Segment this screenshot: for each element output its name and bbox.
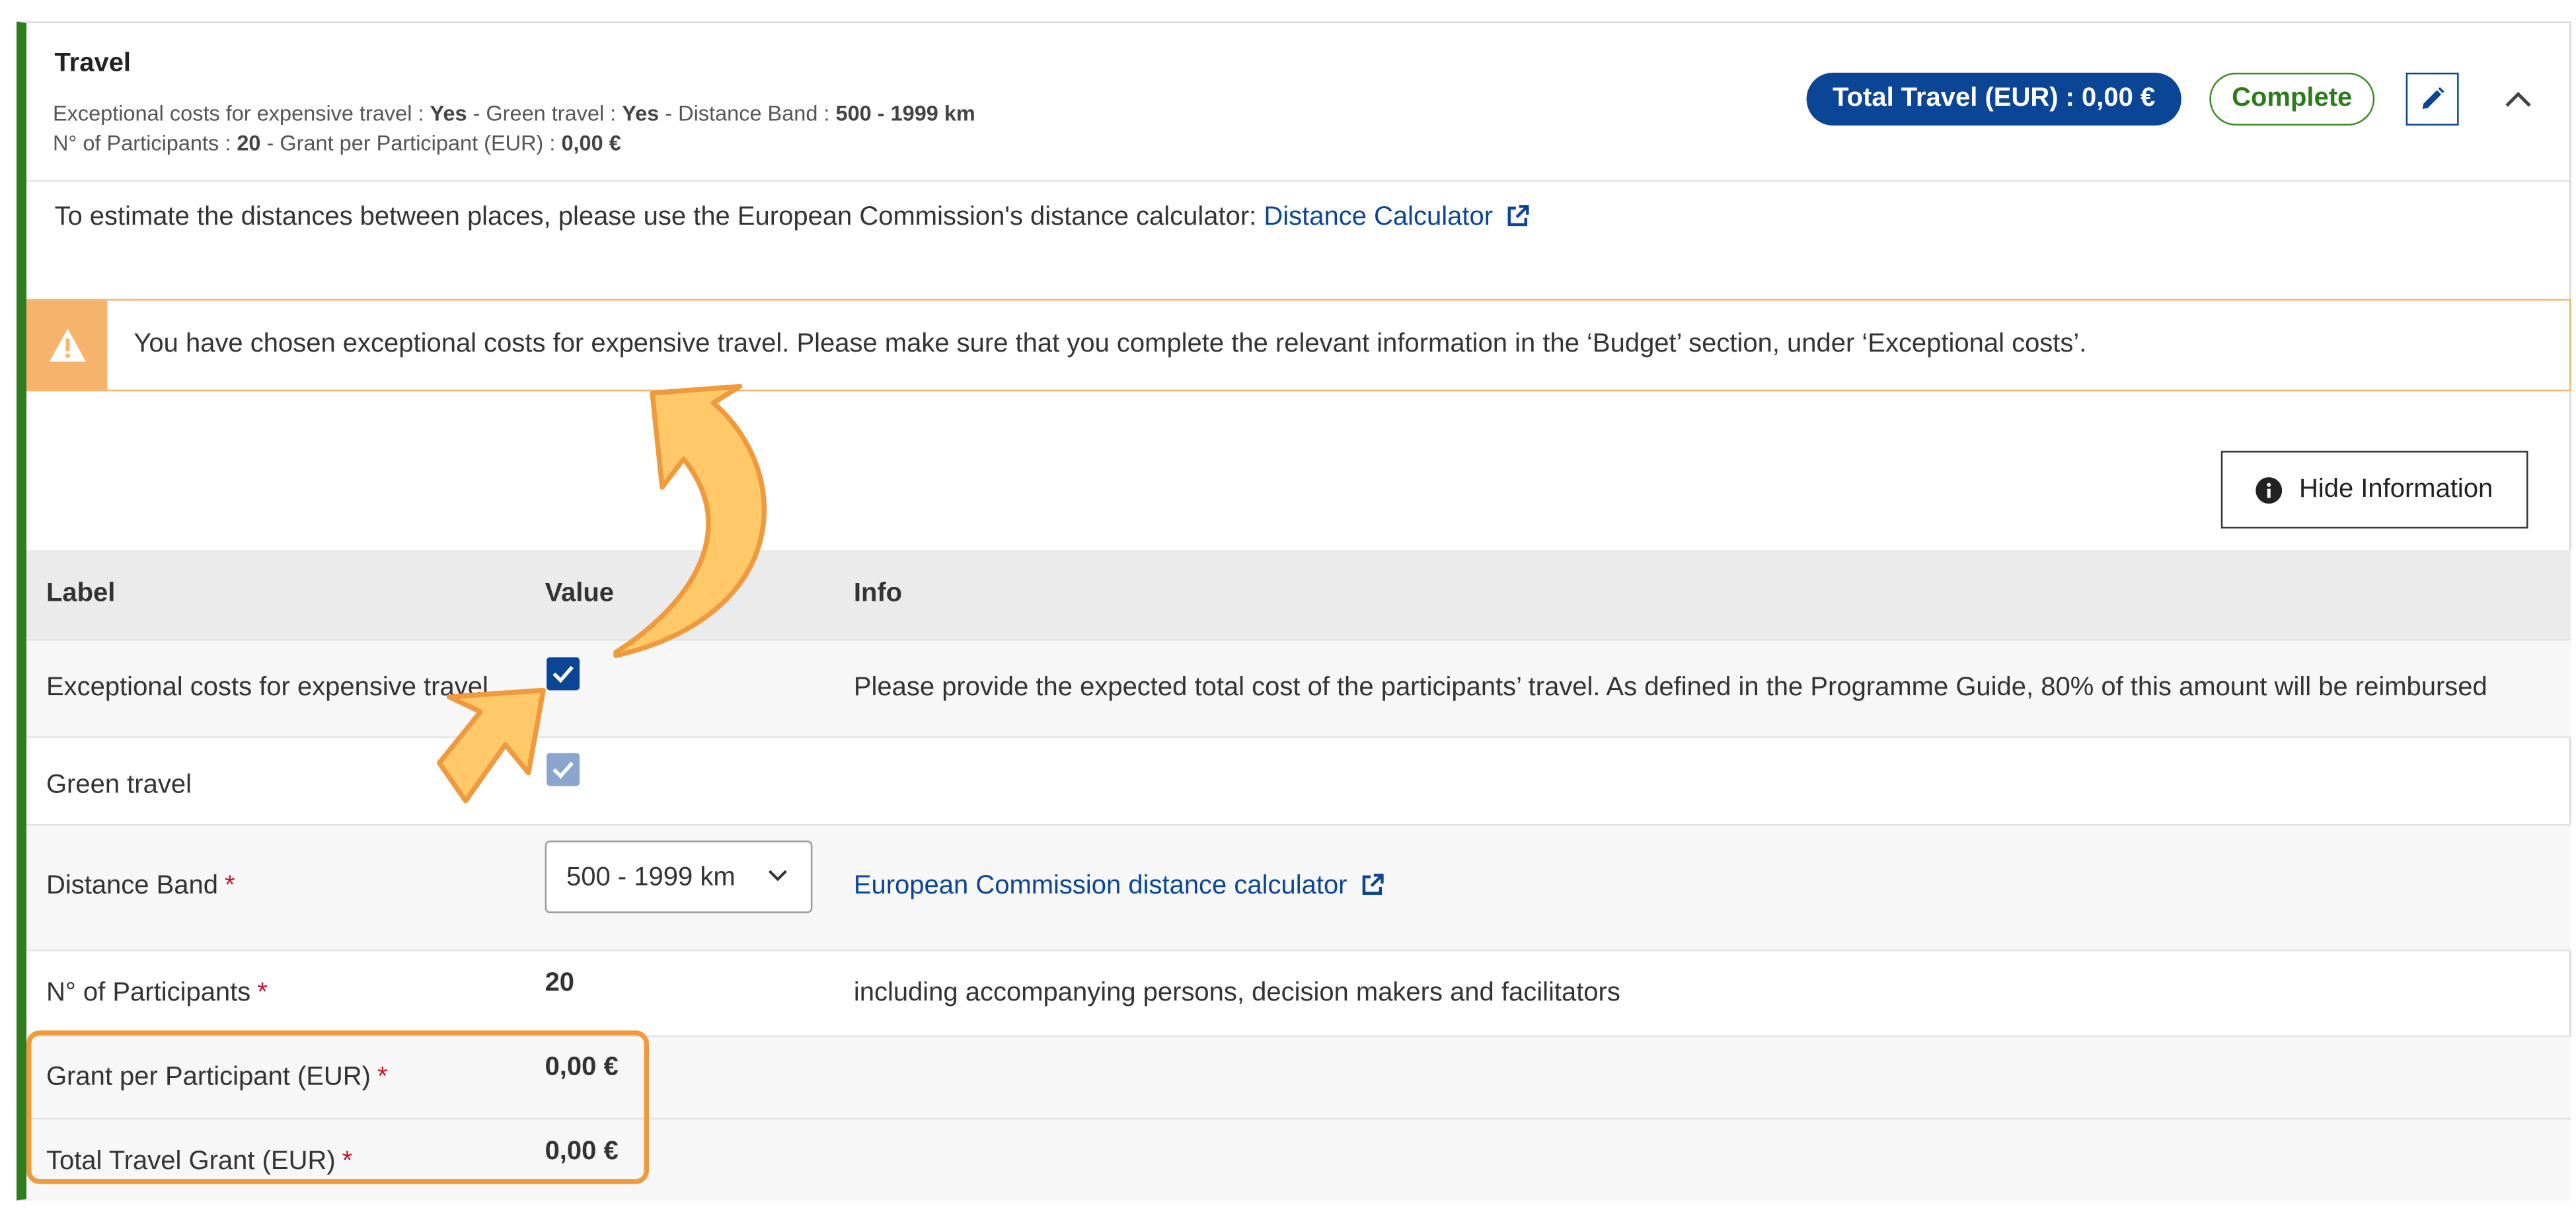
pencil-icon bbox=[2422, 87, 2444, 109]
distance-calculator-link[interactable]: Distance Calculator bbox=[1264, 203, 1493, 231]
participants-value: 20 bbox=[545, 969, 575, 998]
table-row: Grant per Participant (EUR) * 0,00 € bbox=[26, 1037, 2571, 1120]
travel-card: Travel Exceptional costs for expensive t… bbox=[16, 21, 2571, 1201]
row-label: Distance Band * bbox=[46, 872, 235, 900]
green-travel-checkbox[interactable] bbox=[547, 753, 580, 786]
table-header-row: Label Value Info bbox=[26, 550, 2571, 641]
chevron-down-icon bbox=[768, 870, 787, 882]
status-badge: Complete bbox=[2209, 72, 2375, 126]
summary-line-2: N° of Participants : 20 - Grant per Part… bbox=[52, 130, 621, 155]
alert-icon-box bbox=[28, 300, 108, 390]
warning-alert: You have chosen exceptional costs for ex… bbox=[26, 299, 2571, 392]
table-row: Green travel bbox=[26, 738, 2571, 826]
row-label: N° of Participants * bbox=[46, 979, 268, 1008]
required-asterisk: * bbox=[224, 872, 235, 900]
table-row: Total Travel Grant (EUR) * 0,00 € bbox=[26, 1119, 2571, 1201]
ec-distance-calculator-link[interactable]: European Commission distance calculator bbox=[854, 872, 1347, 899]
column-header-label: Label bbox=[46, 580, 116, 608]
table-row: N° of Participants * 20 including accompa… bbox=[26, 951, 2571, 1038]
collapse-button[interactable] bbox=[2497, 81, 2540, 117]
table-row: Distance Band * 500 - 1999 km European Co… bbox=[26, 825, 2571, 952]
total-travel-grant-value: 0,00 € bbox=[545, 1137, 619, 1166]
external-link-icon[interactable] bbox=[1360, 874, 1384, 897]
warning-icon bbox=[49, 328, 86, 362]
row-info: European Commission distance calculator bbox=[854, 872, 1384, 901]
row-info: Please provide the expected total cost o… bbox=[853, 673, 2487, 702]
grant-per-participant-value: 0,00 € bbox=[545, 1053, 619, 1082]
total-travel-badge: Total Travel (EUR) : 0,00 € bbox=[1806, 72, 2181, 126]
alert-message: You have chosen exceptional costs for ex… bbox=[133, 330, 2087, 359]
distance-calculator-hint: To estimate the distances between places… bbox=[54, 203, 1529, 233]
checkmark-icon bbox=[552, 665, 574, 683]
summary-line-1: Exceptional costs for expensive travel :… bbox=[52, 100, 975, 126]
hide-information-button[interactable]: Hide Information bbox=[2220, 451, 2528, 529]
distance-band-selected: 500 - 1999 km bbox=[566, 863, 736, 892]
column-header-value: Value bbox=[545, 580, 615, 608]
row-label: Green travel bbox=[46, 771, 192, 800]
row-label: Grant per Participant (EUR) * bbox=[46, 1063, 388, 1092]
required-asterisk: * bbox=[377, 1063, 388, 1092]
row-info: including accompanying persons, decision… bbox=[853, 979, 1620, 1008]
exceptional-costs-checkbox[interactable] bbox=[547, 657, 580, 691]
card-header[interactable]: Travel Exceptional costs for expensive t… bbox=[26, 23, 2570, 182]
external-link-icon[interactable] bbox=[1506, 205, 1529, 228]
info-icon bbox=[2255, 476, 2283, 503]
card-title: Travel bbox=[54, 49, 132, 78]
column-header-info: Info bbox=[853, 580, 903, 608]
checkmark-icon bbox=[552, 761, 574, 779]
required-asterisk: * bbox=[342, 1147, 353, 1176]
chevron-up-icon bbox=[2505, 91, 2531, 107]
table-row: Exceptional costs for expensive travel P… bbox=[26, 640, 2571, 738]
edit-button[interactable] bbox=[2406, 72, 2459, 126]
distance-band-select[interactable]: 500 - 1999 km bbox=[545, 840, 813, 913]
required-asterisk: * bbox=[257, 979, 268, 1008]
row-label: Total Travel Grant (EUR) * bbox=[46, 1147, 353, 1176]
row-label: Exceptional costs for expensive travel bbox=[46, 673, 488, 702]
